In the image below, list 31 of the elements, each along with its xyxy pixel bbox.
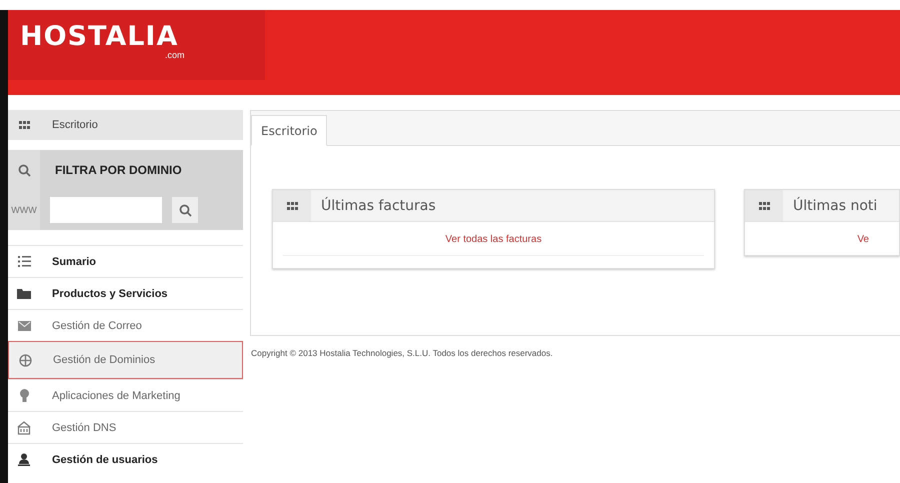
menu-item[interactable]: Productos y Servicios [8,277,243,309]
tab[interactable]: Escritorio [251,115,328,146]
copyright-text: Copyright © 2013 Hostalia Technologies, S.L.U. Todos los derechos reservados. [250,347,554,358]
search-button[interactable] [172,197,198,223]
list-icon [18,256,30,267]
menu-item[interactable]: Aplicaciones de Marketing [8,379,243,411]
grid-icon [18,121,30,129]
envelope-icon [18,320,30,330]
sidebar-item[interactable]: Escritorio [8,110,243,140]
menu-item[interactable]: Sumario [8,245,243,277]
folder-icon [17,288,31,298]
menu-item[interactable]: Gestión de Dominios [8,341,243,379]
menu-item[interactable]: Gestión DNS [8,411,243,443]
grid-icon [286,202,298,210]
domain-field[interactable] [50,197,162,223]
user-icon [18,453,30,466]
search-icon [18,164,30,176]
grid-icon [758,202,770,210]
logo-suffix: .com [165,50,185,60]
menu-item[interactable]: Gestión de usuarios [8,443,243,475]
lightbulb-icon [20,388,28,402]
search-icon [178,204,192,216]
www-label: WWW [11,205,37,215]
logo: HOSTALIA [20,22,178,52]
filter-title: FILTRA POR DOMINIO [54,163,182,177]
view-all-link[interactable]: Ve [857,234,869,245]
card-title: Últimas facturas [320,198,436,214]
building-icon [17,420,31,434]
card-title: Últimas noti [792,198,878,214]
globe-icon [18,354,32,366]
view-all-link[interactable]: Ver todas las facturas [445,234,542,245]
